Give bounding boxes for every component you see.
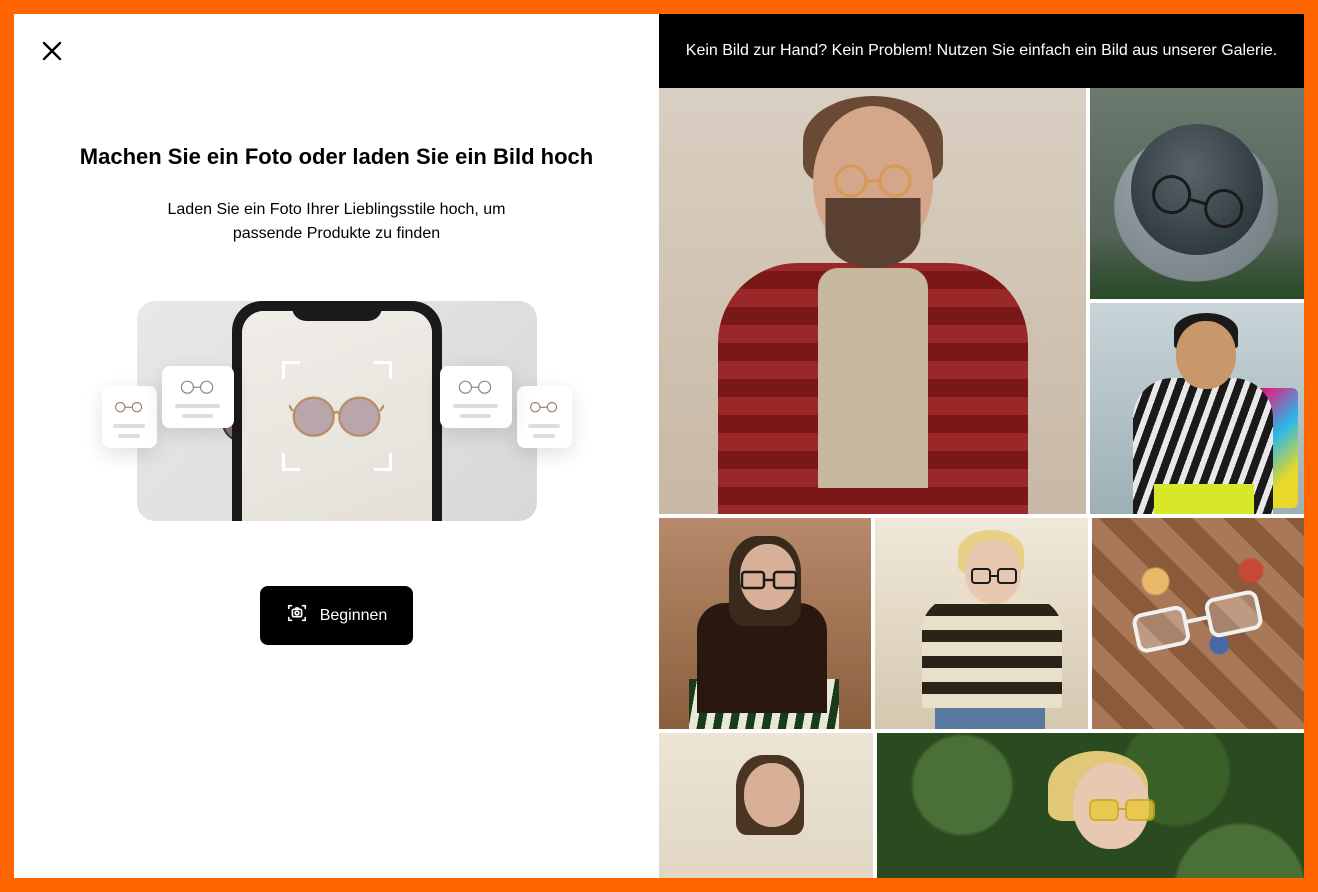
upload-panel: Machen Sie ein Foto oder laden Sie ein B…: [14, 14, 659, 878]
gallery-header: Kein Bild zur Hand? Kein Problem! Nutzen…: [659, 14, 1304, 88]
result-card-thumb: [440, 366, 512, 428]
close-button[interactable]: [32, 32, 72, 72]
camera-scan-icon: [286, 602, 308, 629]
begin-button-label: Beginnen: [320, 607, 388, 625]
begin-button[interactable]: Beginnen: [260, 586, 414, 645]
gallery-tile[interactable]: [875, 518, 1087, 729]
visual-search-modal: Machen Sie ein Foto oder laden Sie ein B…: [14, 14, 1304, 878]
phone-illustration: [232, 301, 442, 521]
gallery-tile[interactable]: [877, 733, 1304, 878]
gallery-scroll[interactable]: [659, 88, 1304, 878]
result-card-thumb: [102, 386, 157, 448]
gallery-tile[interactable]: [1092, 518, 1304, 729]
gallery-tile[interactable]: [1090, 88, 1304, 299]
scan-frame-icon: [282, 361, 392, 471]
result-card-thumb: [517, 386, 572, 448]
result-card-thumb: [162, 366, 234, 428]
upload-headline: Machen Sie ein Foto oder laden Sie ein B…: [80, 144, 593, 170]
gallery-tile[interactable]: [659, 733, 873, 878]
close-icon: [40, 39, 64, 66]
upload-illustration: [102, 296, 572, 526]
upload-subline: Laden Sie ein Foto Ihrer Lieblingsstile …: [137, 198, 537, 246]
glasses-icon: [282, 361, 392, 471]
gallery-tile[interactable]: [1090, 303, 1304, 514]
gallery-panel: Kein Bild zur Hand? Kein Problem! Nutzen…: [659, 14, 1304, 878]
gallery-tile[interactable]: [659, 88, 1086, 514]
gallery-tile[interactable]: [659, 518, 871, 729]
